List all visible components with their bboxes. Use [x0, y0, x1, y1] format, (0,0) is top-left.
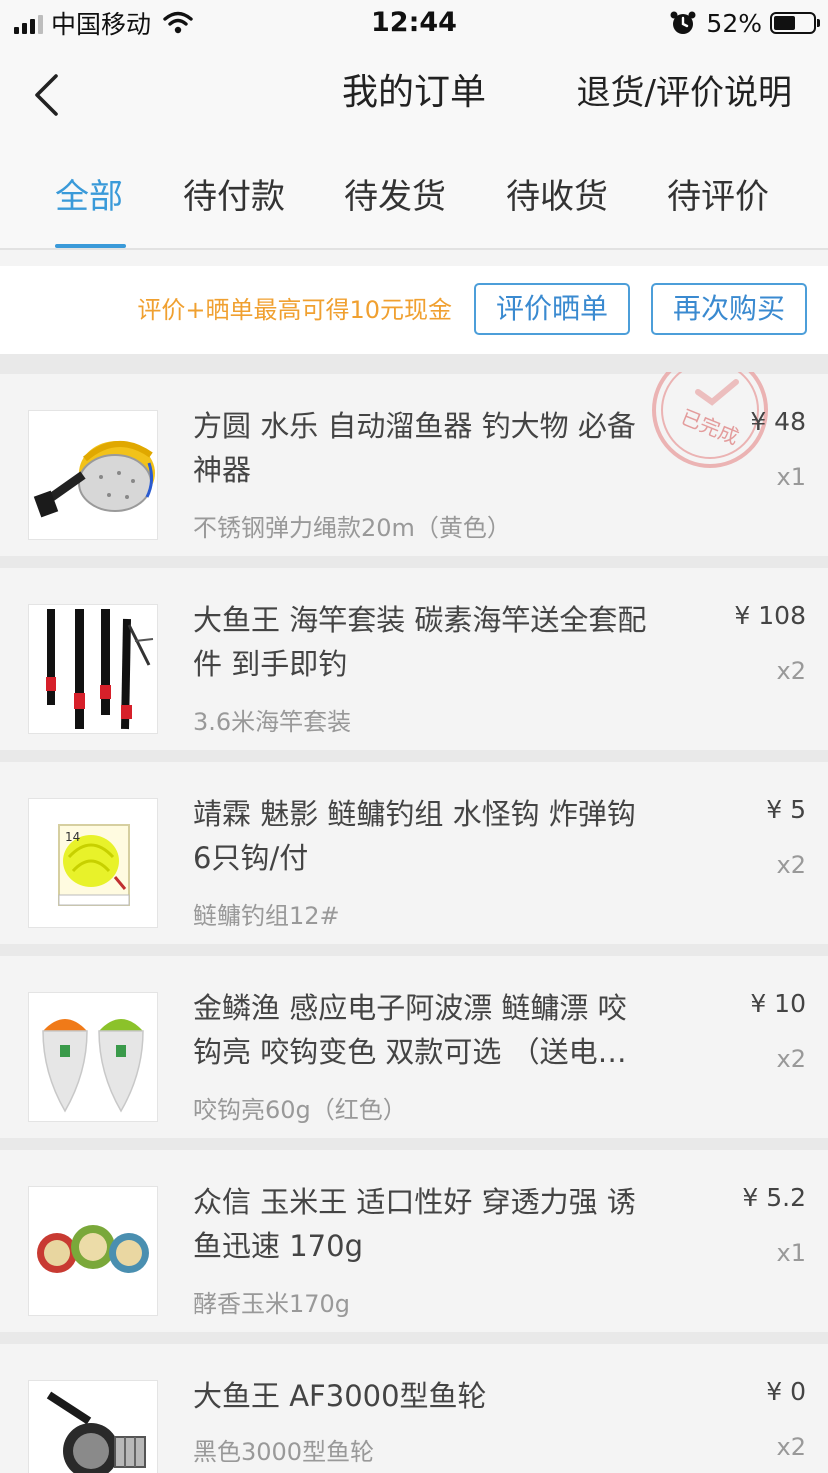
product-variant: 酵香玉米170g: [193, 1290, 351, 1318]
electronic-floats-icon: [29, 993, 157, 1121]
navigation-bar: 我的订单 退货/评价说明: [0, 46, 828, 146]
product-image: [28, 992, 158, 1122]
corn-bait-cans-icon: [29, 1187, 157, 1315]
order-action-bar: 评价+晒单最高可得10元现金 评价晒单 再次购买: [0, 266, 828, 354]
completed-stamp-text: 已完成: [678, 405, 743, 450]
product-variant: 咬钩亮60g（红色）: [193, 1096, 407, 1124]
product-variant: 黑色3000型鱼轮: [193, 1438, 375, 1466]
buy-again-button[interactable]: 再次购买: [651, 283, 807, 335]
product-quantity: x1: [776, 463, 806, 491]
battery-icon: [770, 12, 820, 34]
product-title: 靖霖 魅影 鲢鳙钓组 水怪钩 炸弹钩 6只钩/付: [193, 797, 636, 875]
item-divider: [0, 750, 828, 762]
tab-all[interactable]: 全部: [55, 172, 123, 222]
item-divider: [0, 1138, 828, 1150]
order-item[interactable]: 方圆 水乐 自动溜鱼器 钓大物 必备神器 不锈钢弹力绳款20m（黄色） 已完成 …: [0, 372, 828, 556]
fishing-reel-device-icon: [29, 411, 157, 539]
order-item[interactable]: 大鱼王 海竿套装 碳素海竿送全套配件 到手即钓 3.6米海竿套装 ¥ 108 x…: [0, 568, 828, 750]
product-variant: 3.6米海竿套装: [193, 708, 352, 736]
product-quantity: x2: [776, 1433, 806, 1461]
item-divider: [0, 556, 828, 568]
product-price: ¥ 5: [766, 795, 806, 824]
product-title: 大鱼王 AF3000型鱼轮: [193, 1379, 487, 1413]
tab-pending-payment[interactable]: 待付款: [183, 172, 285, 222]
product-title: 方圆 水乐 自动溜鱼器 钓大物 必备神器: [193, 409, 636, 487]
product-title: 众信 玉米王 适口性好 穿透力强 诱鱼迅速 170g: [193, 1185, 636, 1263]
svg-text:14: 14: [65, 830, 80, 844]
product-price: ¥ 5.2: [742, 1183, 806, 1212]
order-status-tabs: 全部 待付款 待发货 待收货 待评价: [0, 146, 828, 250]
product-quantity: x2: [776, 657, 806, 685]
review-share-button[interactable]: 评价晒单: [474, 283, 630, 335]
product-quantity: x1: [776, 1239, 806, 1267]
order-item[interactable]: 大鱼王 AF3000型鱼轮 黑色3000型鱼轮 ¥ 0 x2: [0, 1344, 828, 1473]
product-price: ¥ 10: [750, 989, 806, 1018]
item-divider: [0, 1332, 828, 1344]
tab-pending-review[interactable]: 待评价: [667, 172, 769, 222]
order-item[interactable]: 金鳞渔 感应电子阿波漂 鲢鳙漂 咬钩亮 咬钩变色 双款可选 （送电… 咬钩亮60…: [0, 956, 828, 1138]
order-item[interactable]: 14 靖霖 魅影 鲢鳙钓组 水怪钩 炸弹钩 6只钩/付 鲢鳙钓组12# ¥ 5 …: [0, 762, 828, 944]
return-review-info-link[interactable]: 退货/评价说明: [577, 68, 792, 118]
product-quantity: x2: [776, 851, 806, 879]
product-title: 大鱼王 海竿套装 碳素海竿送全套配件 到手即钓: [193, 603, 647, 681]
product-image: [28, 410, 158, 540]
product-variant: 不锈钢弹力绳款20m（黄色）: [193, 514, 511, 542]
product-price: ¥ 108: [734, 601, 806, 630]
alarm-icon: [670, 11, 696, 34]
active-tab-indicator: [55, 244, 126, 248]
section-divider: [0, 354, 828, 374]
product-image: [28, 604, 158, 734]
battery-percent: 52%: [706, 8, 762, 38]
product-image: [28, 1380, 158, 1473]
hook-set-box-icon: 14: [29, 799, 157, 927]
product-image: [28, 1186, 158, 1316]
fishing-rods-icon: [29, 605, 157, 733]
product-price: ¥ 0: [766, 1377, 806, 1406]
product-price: ¥ 48: [750, 407, 806, 436]
order-item[interactable]: 众信 玉米王 适口性好 穿透力强 诱鱼迅速 170g 酵香玉米170g ¥ 5.…: [0, 1150, 828, 1332]
tab-pending-receipt[interactable]: 待收货: [506, 172, 608, 222]
product-image: 14: [28, 798, 158, 928]
item-divider: [0, 944, 828, 956]
product-variant: 鲢鳙钓组12#: [193, 902, 340, 930]
product-title: 金鳞渔 感应电子阿波漂 鲢鳙漂 咬钩亮 咬钩变色 双款可选 （送电…: [193, 991, 627, 1069]
tab-pending-shipment[interactable]: 待发货: [344, 172, 446, 222]
status-bar: 中国移动 12:44 52%: [0, 0, 828, 46]
spinning-reel-icon: [29, 1381, 157, 1473]
product-quantity: x2: [776, 1045, 806, 1073]
review-promo-text: 评价+晒单最高可得10元现金: [137, 296, 452, 324]
